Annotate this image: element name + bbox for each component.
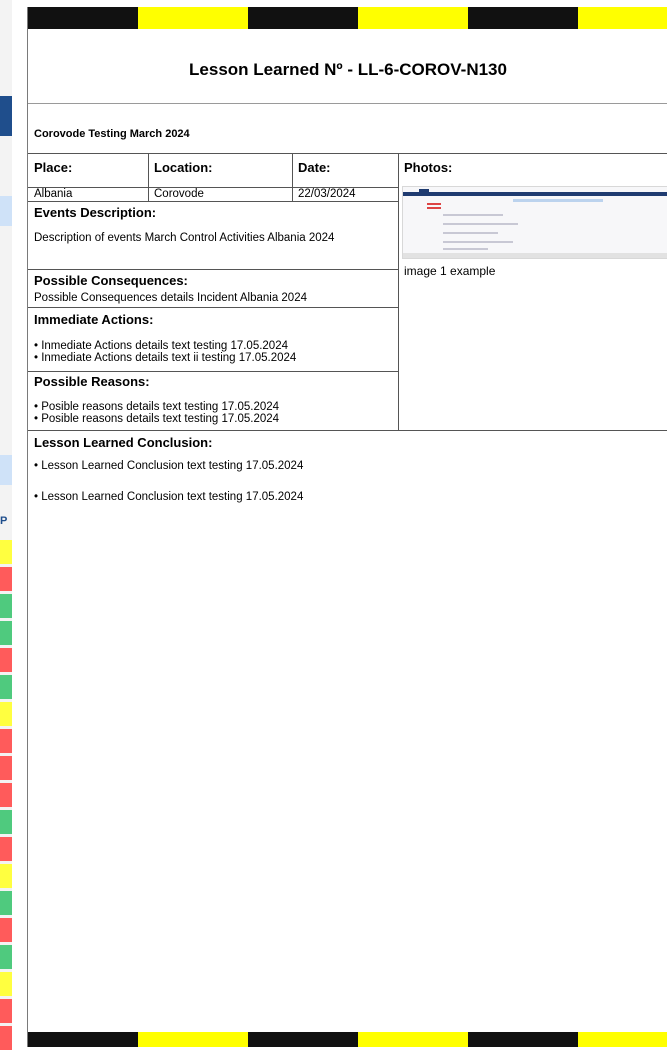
stripe-segment: [578, 1032, 667, 1047]
status-cell: [0, 918, 12, 942]
status-cell: [0, 648, 12, 672]
table-top-border: [28, 153, 667, 154]
col-divider: [398, 153, 399, 430]
thumb-line: [443, 223, 518, 225]
stripe-segment: [468, 7, 578, 29]
background-app-strip: P: [0, 0, 12, 1050]
events-label: Events Description:: [34, 205, 157, 220]
status-cell: [0, 891, 12, 915]
conclusion-item: • Lesson Learned Conclusion text testing…: [34, 460, 304, 472]
stripe-segment: [28, 1032, 138, 1047]
date-label: Date:: [298, 160, 331, 175]
app-header-block: [0, 96, 12, 136]
col-divider: [148, 153, 149, 201]
status-cell: [0, 837, 12, 861]
status-cell: [0, 972, 12, 996]
lesson-learned-document: Lesson Learned Nº - LL-6-COROV-N130 Coro…: [27, 7, 667, 1047]
thumb-highlight: [513, 199, 603, 202]
stripe-segment: [358, 7, 468, 29]
thumb-line: [443, 241, 513, 243]
row-divider: [28, 201, 398, 202]
column-header-letter: P: [0, 515, 8, 527]
conclusion-item: • Lesson Learned Conclusion text testing…: [34, 491, 304, 503]
stripe-segment: [28, 7, 138, 29]
events-text: Description of events March Control Acti…: [34, 232, 335, 244]
reasons-label: Possible Reasons:: [34, 374, 150, 389]
thumb-footer: [403, 253, 667, 258]
hazard-stripe-top: [28, 7, 667, 29]
thumb-red-mark: [427, 203, 441, 205]
thumb-line: [443, 248, 488, 250]
stripe-segment: [468, 1032, 578, 1047]
document-title: Lesson Learned Nº - LL-6-COROV-N130: [28, 29, 667, 104]
reasons-item: • Posible reasons details text testing 1…: [34, 401, 280, 413]
status-cell: [0, 675, 12, 699]
app-selected-row[interactable]: [0, 455, 12, 485]
thumb-line: [443, 232, 498, 234]
stripe-segment: [358, 1032, 468, 1047]
reasons-item: • Posible reasons details text testing 1…: [34, 413, 280, 425]
status-cell: [0, 594, 12, 618]
status-cell: [0, 945, 12, 969]
status-cell: [0, 621, 12, 645]
photos-label: Photos:: [404, 160, 453, 175]
consequences-label: Possible Consequences:: [34, 273, 188, 288]
row-divider: [28, 307, 398, 308]
place-label: Place:: [34, 160, 73, 175]
hazard-stripe-bottom: [28, 1032, 667, 1047]
consequences-text: Possible Consequences details Incident A…: [34, 292, 307, 304]
status-cell: [0, 729, 12, 753]
status-cell: [0, 567, 12, 591]
col-divider: [292, 153, 293, 201]
conclusion-label: Lesson Learned Conclusion:: [34, 435, 213, 450]
thumb-line: [443, 214, 503, 216]
location-value: Corovode: [154, 188, 204, 200]
status-cell: [0, 810, 12, 834]
photo-thumbnail[interactable]: [402, 186, 667, 259]
stripe-segment: [578, 7, 667, 29]
status-cell: [0, 783, 12, 807]
table-bottom-border: [28, 430, 667, 431]
thumb-red-mark: [427, 207, 441, 209]
status-cell: [0, 864, 12, 888]
status-cell: [0, 756, 12, 780]
app-selected-row[interactable]: [0, 196, 12, 226]
status-cell: [0, 540, 12, 564]
actions-item: • Inmediate Actions details text ii test…: [34, 352, 297, 364]
thumb-header-bar: [403, 192, 667, 196]
status-cell: [0, 999, 12, 1023]
document-subtitle: Corovode Testing March 2024: [34, 128, 190, 140]
row-divider: [28, 269, 398, 270]
stripe-segment: [248, 1032, 358, 1047]
status-cell: [0, 1026, 12, 1050]
row-divider: [28, 371, 398, 372]
stripe-segment: [248, 7, 358, 29]
status-cell: [0, 702, 12, 726]
stripe-segment: [138, 1032, 248, 1047]
date-value: 22/03/2024: [298, 188, 356, 200]
actions-item: • Inmediate Actions details text testing…: [34, 340, 288, 352]
stripe-segment: [138, 7, 248, 29]
photo-caption: image 1 example: [404, 264, 496, 278]
location-label: Location:: [154, 160, 213, 175]
place-value: Albania: [34, 188, 73, 200]
actions-label: Immediate Actions:: [34, 312, 154, 327]
